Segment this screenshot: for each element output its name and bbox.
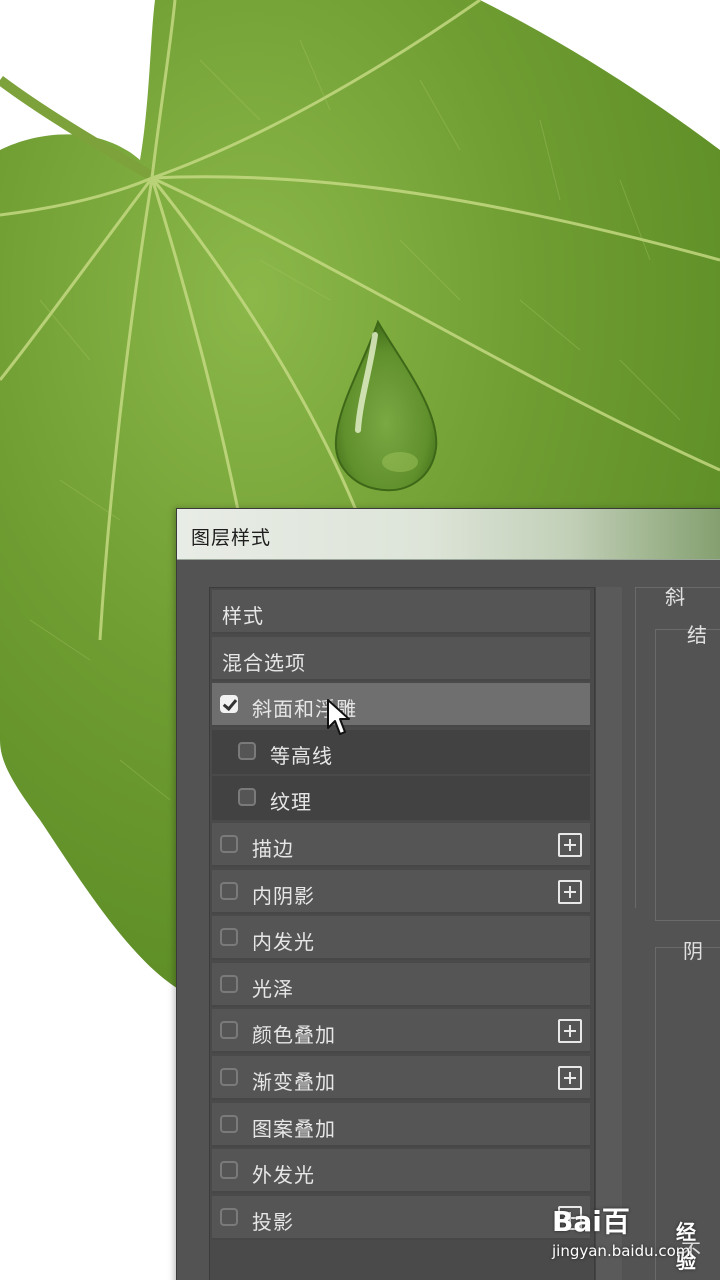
dialog-titlebar[interactable]: 图层样式 (177, 509, 720, 560)
structure-group-label: 结 (687, 623, 707, 647)
style-item[interactable]: 投影 (212, 1195, 590, 1240)
style-item-label: 投影 (252, 1209, 294, 1234)
watermark-url: jingyan.baidu.com (552, 1242, 691, 1260)
style-item[interactable]: 纹理 (212, 776, 590, 821)
style-item[interactable]: 混合选项 (212, 636, 590, 681)
style-item[interactable]: 图案叠加 (212, 1102, 590, 1147)
style-item-label: 渐变叠加 (252, 1070, 336, 1094)
layer-style-dialog: 图层样式 样式混合选项斜面和浮雕等高线纹理描边内阴影内发光光泽颜色叠加渐变叠加图… (176, 508, 720, 1280)
styles-list: 样式混合选项斜面和浮雕等高线纹理描边内阴影内发光光泽颜色叠加渐变叠加图案叠加外发… (209, 587, 595, 1280)
style-item-label: 纹理 (270, 790, 312, 815)
add-instance-plus-icon[interactable] (558, 1066, 582, 1090)
baidu-jingyan-watermark: Bai百 经验 jingyan.baidu.com (552, 1196, 712, 1276)
structure-group-frame (655, 629, 720, 921)
dialog-title: 图层样式 (191, 527, 272, 549)
style-item[interactable]: 内阴影 (212, 869, 590, 914)
style-item-checkbox[interactable] (220, 695, 238, 714)
style-item-label: 样式 (222, 604, 264, 628)
style-item[interactable]: 描边 (212, 823, 590, 867)
style-item-checkbox[interactable] (238, 788, 256, 807)
style-item-label: 描边 (252, 837, 294, 861)
style-item[interactable]: 内发光 (212, 916, 590, 961)
style-item-checkbox[interactable] (238, 741, 256, 760)
style-item-checkbox[interactable] (220, 881, 238, 900)
style-item-label: 颜色叠加 (252, 1023, 336, 1048)
style-item[interactable]: 斜面和浮雕 (212, 683, 590, 728)
style-item[interactable]: 颜色叠加 (212, 1009, 590, 1054)
style-item-checkbox[interactable] (220, 1161, 238, 1180)
style-item-checkbox[interactable] (220, 1207, 238, 1226)
style-item-label: 图案叠加 (252, 1116, 336, 1141)
style-item-checkbox[interactable] (220, 1114, 238, 1133)
watermark-logo: Bai百 (552, 1205, 630, 1238)
settings-panel: 斜 结 阴 不 (635, 563, 720, 1280)
style-item-label: 等高线 (270, 743, 333, 768)
style-item[interactable]: 样式 (212, 590, 590, 634)
style-item-label: 光泽 (252, 976, 294, 1001)
dialog-body: 样式混合选项斜面和浮雕等高线纹理描边内阴影内发光光泽颜色叠加渐变叠加图案叠加外发… (189, 563, 720, 1280)
style-item-label: 内阴影 (252, 883, 315, 908)
style-item-label: 外发光 (252, 1163, 315, 1188)
style-item[interactable]: 光泽 (212, 962, 590, 1007)
style-item-checkbox[interactable] (220, 1021, 238, 1040)
style-item-checkbox[interactable] (220, 974, 238, 993)
screen: 图层样式 样式混合选项斜面和浮雕等高线纹理描边内阴影内发光光泽颜色叠加渐变叠加图… (0, 0, 720, 1280)
add-instance-plus-icon[interactable] (558, 879, 582, 904)
style-item-checkbox[interactable] (220, 928, 238, 947)
style-item[interactable]: 等高线 (212, 729, 590, 774)
add-instance-plus-icon[interactable] (558, 1019, 582, 1044)
style-item-checkbox[interactable] (220, 835, 238, 853)
shading-group-label: 阴 (683, 939, 703, 963)
settings-section-label: 斜 (665, 585, 685, 609)
mouse-cursor-icon (327, 699, 350, 735)
style-item-label: 内发光 (252, 930, 315, 955)
style-item[interactable]: 渐变叠加 (212, 1056, 590, 1100)
style-item[interactable]: 外发光 (212, 1149, 590, 1194)
style-item-checkbox[interactable] (220, 1068, 238, 1086)
add-instance-plus-icon[interactable] (558, 833, 582, 857)
style-item-label: 混合选项 (222, 650, 306, 675)
styles-list-scrollbar[interactable] (595, 587, 622, 1280)
